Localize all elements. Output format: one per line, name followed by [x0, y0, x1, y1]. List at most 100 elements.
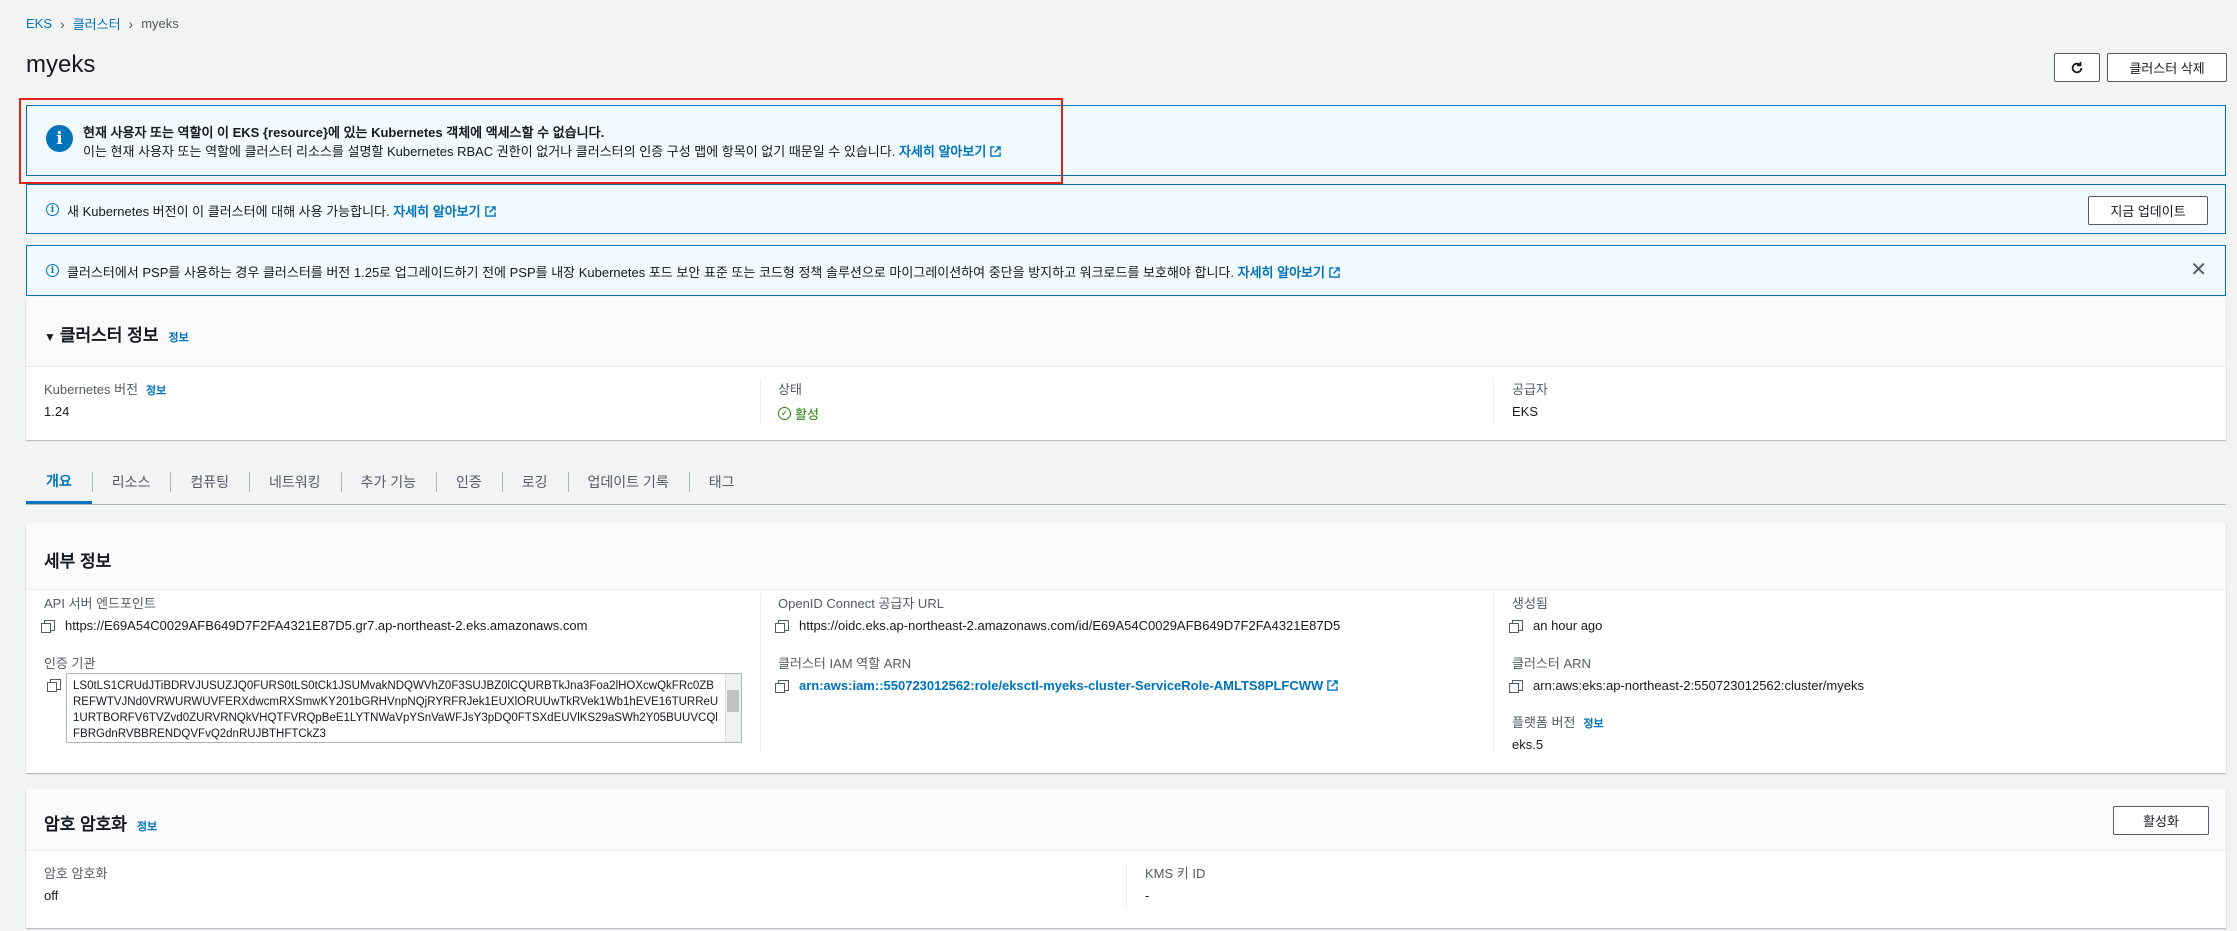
provider-value: EKS: [1512, 404, 1539, 419]
cert-authority-label: 인증 기관: [44, 656, 96, 671]
tab-networking[interactable]: 네트워킹: [249, 460, 341, 504]
secrets-encryption-label: 암호 암호화: [44, 866, 108, 881]
iam-role-label: 클러스터 IAM 역할 ARN: [778, 656, 912, 671]
platform-version-value: eks.5: [1512, 737, 1544, 752]
api-endpoint-field: API 서버 엔드포인트 https://E69A54C0029AFB649D7…: [41, 593, 588, 633]
copy-icon[interactable]: [47, 679, 61, 692]
panel-title: ▼ 클러스터 정보: [44, 321, 158, 346]
activate-button[interactable]: 활성화: [2113, 806, 2209, 835]
scroll-thumb[interactable]: [727, 690, 739, 712]
external-link-icon: [484, 206, 496, 217]
chevron-right-icon: ›: [128, 15, 134, 32]
divider: [1126, 863, 1127, 907]
secrets-encryption-field: 암호 암호화 off: [44, 863, 107, 903]
learn-more-text: 자세히 알아보기: [1237, 265, 1325, 280]
k8s-version-value: 1.24: [44, 404, 70, 419]
breadcrumb-clusters[interactable]: 클러스터: [73, 14, 121, 33]
chevron-right-icon: ›: [60, 15, 65, 32]
psp-banner: i 클러스터에서 PSP를 사용하는 경우 클러스터를 버전 1.25로 업그레…: [26, 245, 2226, 296]
provider-field: 공급자 EKS: [1512, 379, 1548, 419]
created-field: 생성됨 an hour ago: [1509, 593, 1603, 633]
delete-cluster-button[interactable]: 클러스터 삭제: [2107, 53, 2227, 82]
cert-authority-textarea[interactable]: LS0tLS1CRUdJTiBDRVJUSUZJQ0FURS0tLS0tCk1J…: [66, 673, 742, 743]
cluster-info-header[interactable]: ▼ 클러스터 정보 정보: [26, 297, 2226, 367]
tab-bar: 개요 리소스 컴퓨팅 네트워킹 추가 기능 인증 로깅 업데이트 기록 태그: [26, 460, 2226, 505]
iam-role-value: arn:aws:iam::550723012562:role/eksctl-my…: [799, 678, 1324, 693]
refresh-button[interactable]: [2054, 53, 2100, 82]
tab-compute[interactable]: 컴퓨팅: [170, 460, 249, 504]
cluster-arn-value: arn:aws:eks:ap-northeast-2:550723012562:…: [1533, 678, 1864, 693]
kms-key-label: KMS 키 ID: [1145, 866, 1206, 881]
k8s-version-field: Kubernetes 버전 정보 1.24: [44, 379, 166, 419]
secrets-header: 암호 암호화 정보 활성화: [26, 789, 2226, 851]
kms-key-field: KMS 키 ID -: [1145, 863, 1205, 903]
breadcrumb-current: myeks: [141, 16, 179, 31]
iam-role-link[interactable]: arn:aws:iam::550723012562:role/eksctl-my…: [799, 678, 1339, 693]
details-title: 세부 정보: [44, 552, 112, 571]
status-label: 상태: [778, 382, 802, 397]
cluster-info-title: 클러스터 정보: [59, 326, 159, 345]
info-link[interactable]: 정보: [137, 818, 157, 834]
info-link[interactable]: 정보: [146, 382, 166, 398]
oidc-label: OpenID Connect 공급자 URL: [778, 596, 944, 611]
highlight-box: [19, 98, 1063, 184]
external-link-icon: [1329, 267, 1340, 278]
oidc-value: https://oidc.eks.ap-northeast-2.amazonaw…: [799, 618, 1341, 633]
cluster-arn-label: 클러스터 ARN: [1512, 656, 1591, 671]
info-link[interactable]: 정보: [1583, 715, 1603, 731]
copy-icon[interactable]: [775, 620, 789, 633]
close-icon[interactable]: ✕: [2190, 260, 2207, 280]
iam-role-field: 클러스터 IAM 역할 ARN arn:aws:iam::55072301256…: [775, 653, 1339, 693]
tab-tags[interactable]: 태그: [688, 460, 755, 504]
tab-resources[interactable]: 리소스: [91, 460, 171, 504]
info-link[interactable]: 정보: [168, 329, 188, 345]
info-icon: i: [46, 203, 59, 216]
refresh-icon: [2071, 61, 2083, 73]
caret-down-icon: ▼: [44, 330, 56, 344]
update-now-button[interactable]: 지금 업데이트: [2088, 196, 2208, 225]
divider: [1493, 593, 1494, 753]
details-header: 세부 정보: [26, 523, 2226, 590]
tab-logging[interactable]: 로깅: [501, 460, 568, 504]
k8s-version-label: Kubernetes 버전: [44, 382, 139, 397]
version-banner-text: 새 Kubernetes 버전이 이 클러스터에 대해 사용 가능합니다. 자세…: [67, 201, 496, 220]
cluster-info-panel: ▼ 클러스터 정보 정보 Kubernetes 버전 정보 1.24 상태 ✓ 활성 공…: [26, 297, 2226, 440]
version-banner-message: 새 Kubernetes 버전이 이 클러스터에 대해 사용 가능합니다.: [67, 204, 390, 219]
learn-more-link[interactable]: 자세히 알아보기: [1238, 265, 1340, 280]
learn-more-link[interactable]: 자세히 알아보기: [393, 204, 496, 219]
breadcrumb-eks[interactable]: EKS: [26, 16, 52, 31]
platform-version-label: 플랫폼 버전: [1512, 715, 1576, 730]
secrets-encryption-value: off: [44, 888, 59, 903]
tab-access[interactable]: 인증: [436, 460, 502, 504]
cert-authority-field: 인증 기관: [44, 653, 95, 672]
divider: [760, 593, 761, 753]
tab-update-history[interactable]: 업데이트 기록: [567, 460, 689, 504]
divider: [760, 379, 761, 423]
external-link-icon: [1327, 680, 1339, 691]
platform-version-field: 플랫폼 버전 정보 eks.5: [1512, 712, 1604, 752]
cert-authority-value: LS0tLS1CRUdJTiBDRVJUSUZJQ0FURS0tLS0tCk1J…: [73, 680, 719, 740]
tab-add-ons[interactable]: 추가 기능: [340, 460, 436, 504]
status-field: 상태 ✓ 활성: [778, 379, 819, 423]
tab-overview[interactable]: 개요: [26, 460, 92, 504]
scrollbar[interactable]: [725, 674, 741, 742]
copy-icon[interactable]: [1509, 620, 1523, 633]
secrets-title: 암호 암호화: [44, 815, 127, 834]
psp-banner-text: 클러스터에서 PSP를 사용하는 경우 클러스터를 버전 1.25로 업그레이드…: [67, 262, 1340, 281]
cluster-arn-field: 클러스터 ARN arn:aws:eks:ap-northeast-2:5507…: [1509, 653, 1864, 693]
copy-icon[interactable]: [41, 620, 55, 633]
breadcrumb: EKS › 클러스터 › myeks: [26, 14, 179, 33]
info-icon: i: [46, 264, 59, 277]
details-panel: 세부 정보 API 서버 엔드포인트 https://E69A54C0029AF…: [26, 523, 2226, 773]
divider: [1493, 379, 1494, 423]
provider-label: 공급자: [1512, 382, 1548, 397]
psp-banner-message: 클러스터에서 PSP를 사용하는 경우 클러스터를 버전 1.25로 업그레이드…: [67, 265, 1234, 280]
api-endpoint-label: API 서버 엔드포인트: [44, 596, 156, 611]
created-label: 생성됨: [1512, 596, 1548, 611]
copy-icon[interactable]: [1509, 680, 1523, 693]
copy-icon[interactable]: [775, 680, 789, 693]
created-value: an hour ago: [1533, 618, 1603, 633]
api-endpoint-value: https://E69A54C0029AFB649D7F2FA4321E87D5…: [65, 618, 588, 633]
check-circle-icon: ✓: [778, 407, 791, 420]
oidc-field: OpenID Connect 공급자 URL https://oidc.eks.…: [775, 593, 1341, 633]
